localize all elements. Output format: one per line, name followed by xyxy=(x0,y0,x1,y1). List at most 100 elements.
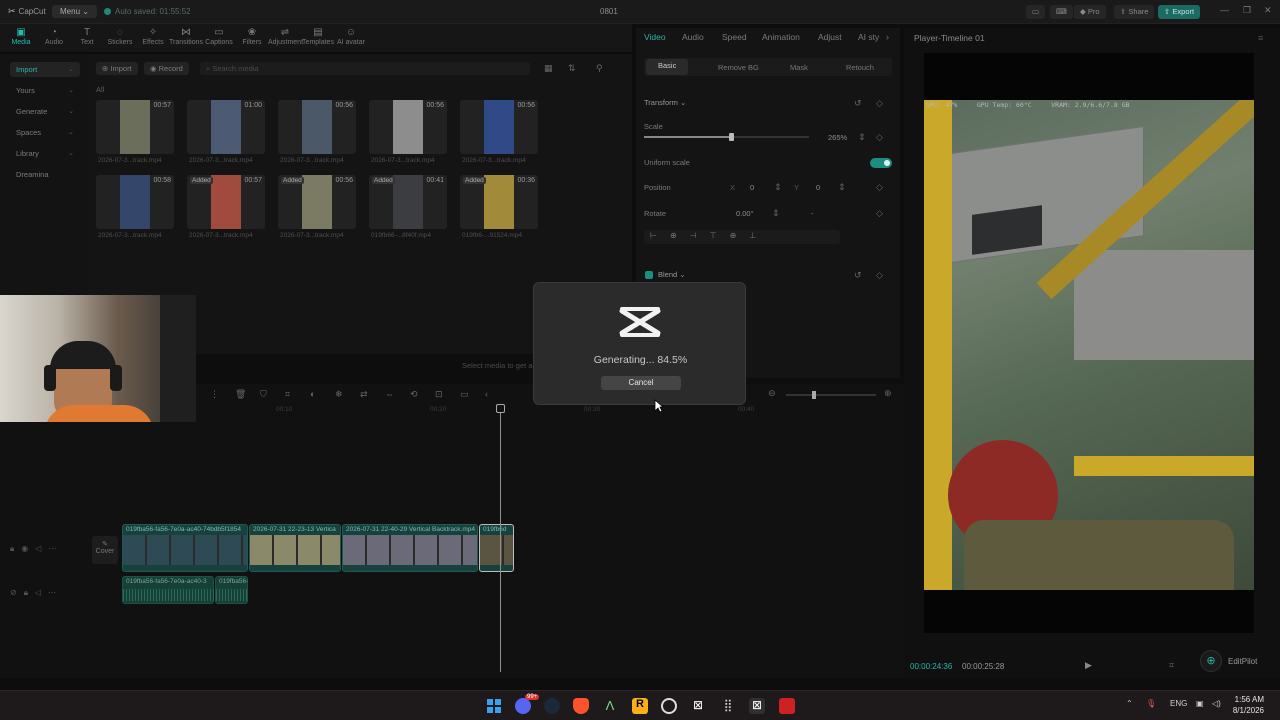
uniform-scale-toggle[interactable] xyxy=(870,158,892,168)
marker-icon[interactable]: ⛉ xyxy=(260,389,267,400)
pos-y-input[interactable]: 0 xyxy=(816,183,820,192)
cancel-button[interactable]: Cancel xyxy=(601,376,681,390)
media-thumbnail[interactable]: 00:58 xyxy=(96,175,174,229)
blend-label[interactable]: Blend ⌄ xyxy=(658,270,686,279)
layout-icon[interactable]: ▭ xyxy=(1026,5,1046,19)
tab-speed[interactable]: Speed xyxy=(722,32,747,42)
keyframe-icon[interactable]: ◇ xyxy=(876,98,883,109)
steam-icon[interactable] xyxy=(544,698,560,714)
keyframe-icon[interactable]: ◇ xyxy=(876,270,883,281)
play-icon[interactable]: ▶ xyxy=(1085,660,1092,671)
import-button[interactable]: ⊕ Import xyxy=(96,62,138,75)
chrome-icon[interactable] xyxy=(661,698,677,714)
shortcuts-icon[interactable]: ⌨ xyxy=(1050,5,1073,19)
track-audio-icon[interactable]: ◁ xyxy=(35,544,48,553)
align-middle-icon[interactable]: ⊕ xyxy=(730,231,750,240)
transform-label[interactable]: Transform ⌄ xyxy=(644,98,686,107)
stepper-icon[interactable]: ⇕ xyxy=(858,132,866,143)
sidebar-item-dreamina[interactable]: Dreamina xyxy=(10,167,80,182)
tab-audio[interactable]: Audio xyxy=(682,32,704,42)
tool-templates[interactable]: ▤ Templates xyxy=(301,27,335,46)
project-title[interactable]: 0801 xyxy=(600,7,618,16)
media-thumbnail[interactable]: 00:56 xyxy=(278,100,356,154)
align-left-icon[interactable]: ⊢ xyxy=(650,231,670,240)
volume-icon[interactable]: ◁) xyxy=(1212,699,1221,708)
delete-icon[interactable]: 🗑︎ xyxy=(235,389,246,400)
grid-view-icon[interactable]: ▦ xyxy=(544,63,553,74)
share-button[interactable]: ⇪ Share xyxy=(1114,5,1155,19)
search-input[interactable]: ⌕ Search media xyxy=(200,62,530,75)
tool-adjustment[interactable]: ⇌ Adjustment xyxy=(268,27,303,46)
align-toolbar[interactable]: ⊢⊕⊣⊤⊕⊥ xyxy=(644,230,840,244)
freeze-icon[interactable]: ❄ xyxy=(335,389,343,400)
track-lock-icon[interactable]: 🔒︎ xyxy=(24,588,35,597)
reset-icon[interactable]: ↺ xyxy=(854,98,862,109)
tab-video[interactable]: Video xyxy=(644,32,666,42)
playhead-handle[interactable] xyxy=(496,404,505,413)
color-icon[interactable]: ◐ xyxy=(310,389,315,399)
tool-media[interactable]: ▣ Media xyxy=(4,27,38,46)
tool-text[interactable]: T Text xyxy=(70,27,104,46)
subtab-mask[interactable]: Mask xyxy=(790,63,808,72)
timeline-clip[interactable]: 2026-07-31 22-23-13 Vertica xyxy=(249,524,341,572)
subtab-retouch[interactable]: Retouch xyxy=(846,63,874,72)
scale-slider-track[interactable] xyxy=(644,133,809,141)
chevron-right-icon[interactable]: › xyxy=(886,32,889,42)
chevron-up-icon[interactable]: ⌃ xyxy=(1126,699,1133,708)
collapse-icon[interactable]: ‹ xyxy=(485,389,488,399)
subtab-remove-bg[interactable]: Remove BG xyxy=(718,63,759,72)
timeline-clip[interactable]: 2026-07-31 22-40-29 Vertical Backtrack.m… xyxy=(342,524,478,572)
apps-grid-icon[interactable]: ⣿ xyxy=(720,698,736,714)
tool-captions[interactable]: ▭ Captions xyxy=(202,27,236,46)
tool-filters[interactable]: ❀ Filters xyxy=(235,27,269,46)
caption-icon[interactable]: ▭ xyxy=(460,389,469,400)
menu-icon[interactable]: ≡ xyxy=(1258,33,1263,43)
pos-x-input[interactable]: 0 xyxy=(750,183,754,192)
crop-icon[interactable]: ⌗ xyxy=(285,389,290,400)
align-top-icon[interactable]: ⊤ xyxy=(710,231,730,240)
network-icon[interactable]: ▣ xyxy=(1196,699,1204,708)
tool-effects[interactable]: ✧ Effects xyxy=(136,27,170,46)
filter-icon[interactable]: ⚲ xyxy=(596,63,603,74)
red-app-icon[interactable] xyxy=(779,698,795,714)
record-button[interactable]: ◉ Record xyxy=(144,62,189,75)
track-visibility-icon[interactable]: ◉ xyxy=(21,544,35,553)
playhead[interactable] xyxy=(500,404,501,672)
audio-clip[interactable]: 019fba56- xyxy=(215,576,249,604)
media-thumbnail[interactable]: 00:56 xyxy=(460,100,538,154)
tool-ai-avatar[interactable]: ☺ AI avatar xyxy=(334,27,368,46)
microphone-icon[interactable]: 🎙︎ xyxy=(1146,699,1156,708)
reset-icon[interactable]: ↺ xyxy=(854,270,862,281)
menu-button[interactable]: Menu ⌄ xyxy=(52,5,97,18)
tool-stickers[interactable]: ◌ Stickers xyxy=(103,27,137,46)
cover-button[interactable]: ✎ Cover xyxy=(92,536,118,564)
sidebar-item-yours[interactable]: Yours ⌄ xyxy=(10,83,80,98)
media-thumbnail[interactable]: 00:56 xyxy=(369,100,447,154)
align-center-icon[interactable]: ⊕ xyxy=(670,231,690,240)
keyframe-icon[interactable]: ◇ xyxy=(876,182,883,193)
auto-reframe-icon[interactable]: ⊡ xyxy=(435,389,443,400)
media-thumbnail[interactable]: 00:57 Added xyxy=(187,175,265,229)
stepper-icon[interactable]: ⇕ xyxy=(838,182,846,193)
rotate-extra[interactable]: - xyxy=(811,209,814,218)
capcut-app-icon[interactable]: ⊠ xyxy=(690,698,706,714)
track-more-icon[interactable]: ⋯ xyxy=(48,544,63,553)
zoom-slider[interactable] xyxy=(786,391,876,399)
reverse-icon[interactable]: ⇄ xyxy=(360,389,368,400)
crop-icon[interactable]: ⌗ xyxy=(1169,660,1174,671)
subtab-basic[interactable]: Basic xyxy=(646,59,689,75)
close-icon[interactable]: ✕ xyxy=(1264,5,1272,16)
track-lock-icon[interactable]: 🔒︎ xyxy=(10,544,21,553)
rockstar-icon[interactable]: R xyxy=(632,698,648,714)
mirror-icon[interactable]: ⇔ xyxy=(385,389,394,399)
editpilot-button[interactable]: ⊕ EditPilot xyxy=(1200,650,1257,672)
sidebar-item-import[interactable]: Import ⌄ xyxy=(10,62,80,77)
track-more-icon[interactable]: ⋯ xyxy=(48,588,63,597)
keyframe-icon[interactable]: ◇ xyxy=(876,132,883,143)
minimize-icon[interactable]: — xyxy=(1220,5,1229,15)
media-thumbnail[interactable]: 00:36 Added xyxy=(460,175,538,229)
rotate-icon[interactable]: ⟲ xyxy=(410,389,418,400)
system-clock[interactable]: 1:56 AM 8/1/2026 xyxy=(1233,694,1264,716)
stepper-icon[interactable]: ⇕ xyxy=(772,208,780,219)
track-audio-icon[interactable]: ◁ xyxy=(35,588,48,597)
